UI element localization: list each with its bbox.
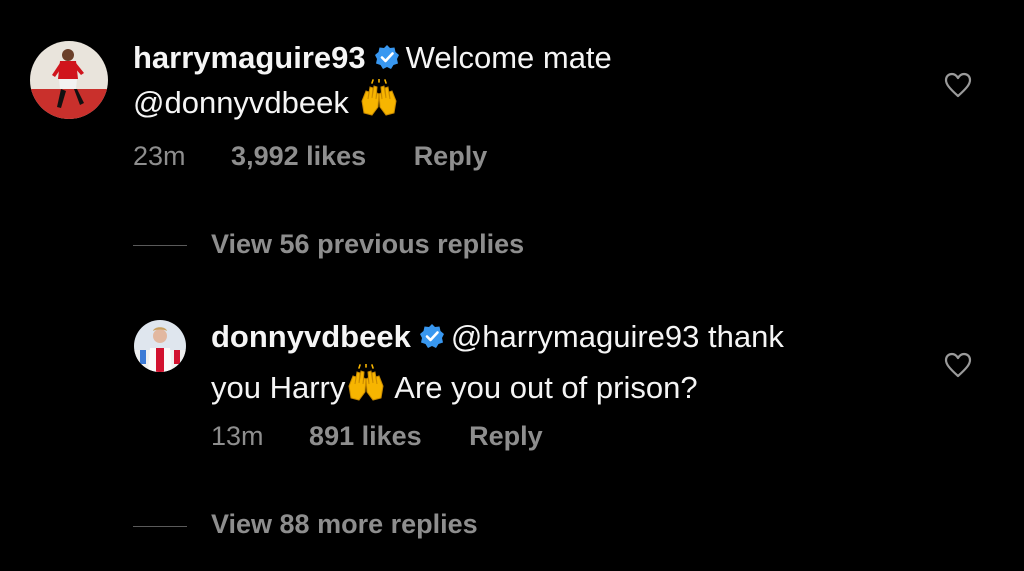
comment-text-line2: @donnyvdbeek [133,78,400,130]
like-heart-button[interactable] [944,72,972,98]
heart-icon [944,72,972,98]
comment-time: 13m [211,421,264,451]
mention-link[interactable]: @harrymaguire93 [451,319,700,354]
verified-badge-icon [374,39,400,81]
comment-meta: 23m 3,992 likes Reply [133,141,487,172]
likes-count[interactable]: 891 likes [309,421,422,451]
comment-text: harrymaguire93 Welcome mate [133,37,612,81]
comment-text-line1: Welcome mate [405,40,612,75]
divider-line [133,526,187,527]
comment-text-line1: thank [708,319,784,354]
divider-line [133,245,187,246]
comment-meta: 13m 891 likes Reply [211,421,543,452]
comment-text-part: Are you out of prison? [394,370,698,405]
likes-count[interactable]: 3,992 likes [231,141,366,171]
avatar[interactable] [134,320,186,372]
raising-hands-emoji-icon [358,78,400,130]
avatar[interactable] [30,41,108,119]
username[interactable]: harrymaguire93 [133,40,366,75]
view-more-replies-button[interactable]: View 88 more replies [211,509,478,540]
reply-button[interactable]: Reply [469,421,543,451]
mention-link[interactable]: @donnyvdbeek [133,85,349,120]
like-heart-button[interactable] [944,352,972,378]
comment-time: 23m [133,141,186,171]
reply-button[interactable]: Reply [414,141,488,171]
raising-hands-emoji-icon [345,363,387,415]
comment-text: donnyvdbeek @harrymaguire93 thank [211,316,784,360]
verified-badge-icon [419,318,445,360]
username[interactable]: donnyvdbeek [211,319,411,354]
comment-text-part: you Harry [211,370,346,405]
heart-icon [944,352,972,378]
comment-text-line2: you Harry Are you out of prison? [211,363,698,415]
view-previous-replies-button[interactable]: View 56 previous replies [211,229,524,260]
